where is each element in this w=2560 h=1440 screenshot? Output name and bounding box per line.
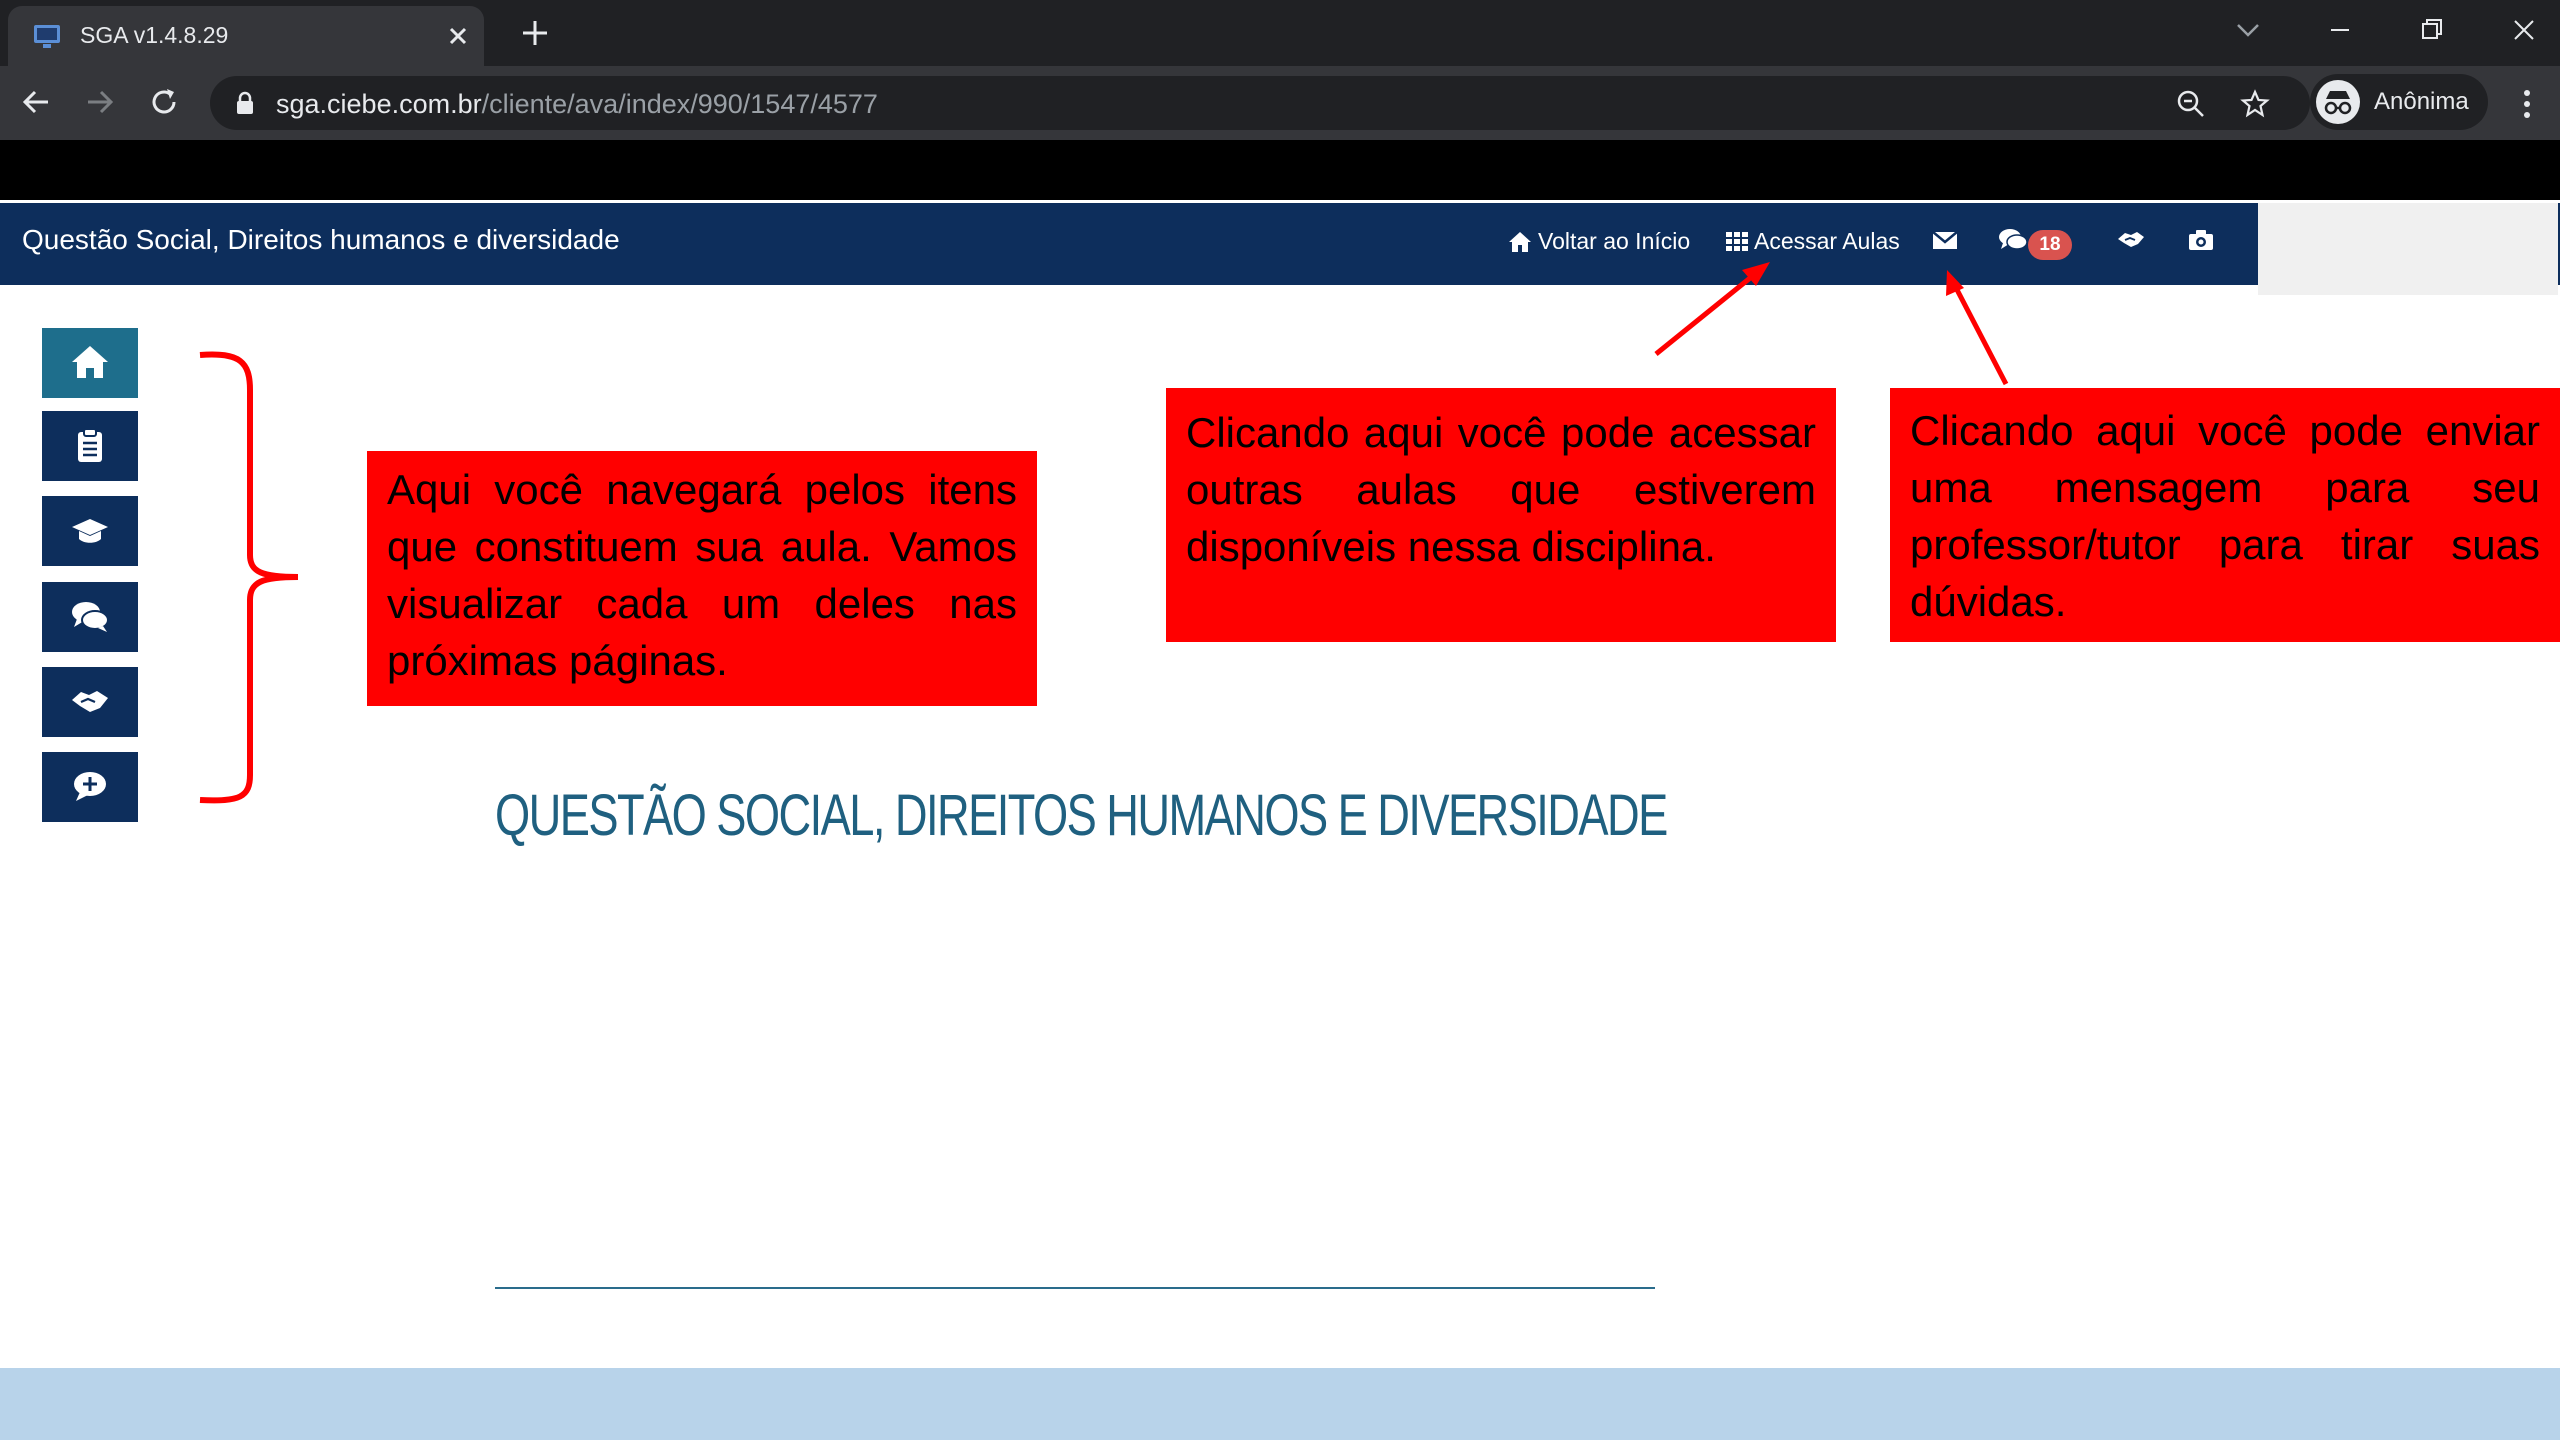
monitor-favicon-icon: [34, 25, 60, 48]
unread-messages-badge: 18: [2028, 230, 2072, 260]
restore-icon[interactable]: [2412, 10, 2452, 50]
forward-arrow-icon[interactable]: [82, 84, 118, 120]
home-link[interactable]: Voltar ao Início: [1508, 228, 1690, 255]
tab-title: SGA v1.4.8.29: [80, 22, 229, 48]
home-icon: [72, 346, 108, 378]
comments-icon: [72, 602, 109, 632]
clipboard-icon: [78, 428, 102, 462]
address-bar[interactable]: sga.ciebe.com.br/cliente/ava/index/990/1…: [210, 76, 2310, 130]
zoom-icon[interactable]: [2176, 89, 2206, 119]
side-menu-new-comment-button[interactable]: [42, 752, 138, 822]
comment-plus-icon: [74, 772, 106, 801]
lock-icon: [237, 91, 253, 114]
grid-icon: [1726, 231, 1748, 251]
url-host: sga.ciebe.com.br: [276, 89, 482, 119]
content-divider: [495, 1287, 1655, 1289]
navbar-right-panel: [2258, 203, 2558, 295]
access-classes-label: Acessar Aulas: [1754, 228, 1900, 254]
side-menu-course-button[interactable]: [42, 496, 138, 566]
annotation-side-menu: Aqui você navegará pelos itens que const…: [367, 451, 1037, 706]
access-classes-link[interactable]: Acessar Aulas: [1726, 228, 1900, 255]
close-window-icon[interactable]: [2504, 10, 2544, 50]
side-menu-bracket: [199, 351, 299, 804]
incognito-profile-button[interactable]: Anônima: [2310, 74, 2488, 130]
tab-search-chevron-icon[interactable]: [2228, 10, 2268, 50]
close-tab-icon[interactable]: [444, 22, 472, 50]
page-title: QUESTÃO SOCIAL, DIREITOS HUMANOS E DIVER…: [495, 783, 1668, 848]
camera-icon[interactable]: [2186, 225, 2216, 255]
course-title: Questão Social, Direitos humanos e diver…: [22, 224, 620, 255]
minimize-icon[interactable]: [2320, 10, 2360, 50]
browser-tab[interactable]: SGA v1.4.8.29: [8, 6, 484, 66]
side-menu-activities-button[interactable]: [42, 411, 138, 481]
home-icon: [1509, 231, 1531, 252]
course-navbar: Questão Social, Direitos humanos e diver…: [0, 203, 2560, 295]
envelope-icon[interactable]: [1930, 225, 1960, 255]
browser-menu-icon[interactable]: [2512, 86, 2542, 122]
top-black-band: [0, 140, 2560, 200]
comments-icon[interactable]: [1998, 225, 2028, 255]
annotation-send-message: Clicando aqui você pode enviar uma mensa…: [1890, 388, 2560, 642]
browser-toolbar: sga.ciebe.com.br/cliente/ava/index/990/1…: [0, 66, 2560, 140]
bookmark-star-icon[interactable]: [2240, 89, 2270, 119]
page-footer: [0, 1368, 2560, 1440]
side-menu-forum-button[interactable]: [42, 582, 138, 652]
home-link-label: Voltar ao Início: [1538, 228, 1691, 254]
side-menu-home-button[interactable]: [42, 328, 138, 398]
url-text: sga.ciebe.com.br/cliente/ava/index/990/1…: [276, 89, 878, 120]
url-path: /cliente/ava/index/990/1547/4577: [481, 89, 878, 119]
graduation-cap-icon: [72, 519, 108, 543]
profile-label: Anônima: [2374, 88, 2469, 115]
handshake-icon: [72, 691, 108, 712]
handshake-icon[interactable]: [2116, 225, 2146, 255]
reload-icon[interactable]: [146, 84, 182, 120]
browser-tab-bar: SGA v1.4.8.29: [0, 0, 2560, 66]
back-arrow-icon[interactable]: [18, 84, 54, 120]
side-menu-tutoring-button[interactable]: [42, 667, 138, 737]
arrow-to-message: [1950, 280, 2009, 386]
new-tab-icon[interactable]: [518, 16, 552, 50]
annotation-access-classes: Clicando aqui você pode acessar outras a…: [1166, 388, 1836, 642]
incognito-icon: [2316, 80, 2360, 124]
